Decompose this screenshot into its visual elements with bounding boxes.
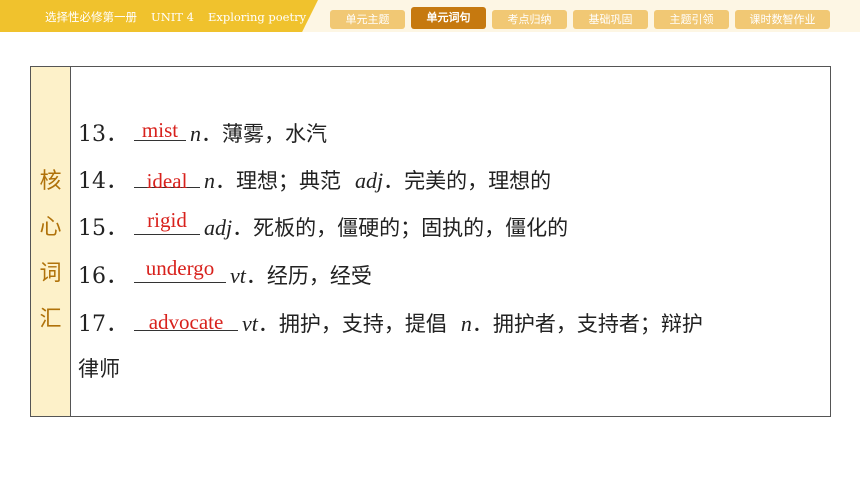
- part-of-speech: vt: [230, 263, 246, 288]
- vocab-item-14: 14． ideal n．理想；典范 adj．完美的，理想的: [78, 163, 551, 195]
- definition: ．拥护，支持，提倡: [257, 312, 447, 336]
- definition: ．经历，经受: [245, 264, 372, 288]
- vocab-item-17: 17． advocate vt．拥护，支持，提倡 n．拥护者，支持者；辩护: [78, 306, 703, 338]
- page-title: 选择性必修第一册 UNIT 4 Exploring poetry: [45, 9, 320, 25]
- nav-basics-button[interactable]: 基础巩固: [573, 10, 648, 29]
- nav-unit-vocab-button[interactable]: 单元词句: [411, 7, 486, 29]
- side-char-2: 心: [39, 215, 62, 240]
- answer-blank: mist: [134, 118, 186, 142]
- side-char-4: 汇: [39, 307, 62, 332]
- item-number: 13．: [78, 122, 128, 147]
- nav-theme-guide-button[interactable]: 主题引领: [654, 10, 729, 29]
- definition-2: ．拥护者，支持者；辩护: [471, 312, 703, 336]
- answer-blank: ideal: [134, 165, 200, 193]
- part-of-speech-2: adj: [355, 168, 384, 193]
- definition: ．死板的，僵硬的；固执的，僵化的: [232, 216, 569, 240]
- answer-text: rigid: [147, 208, 187, 232]
- nav-key-points-button[interactable]: 考点归纳: [492, 10, 567, 29]
- definition-2: ．完美的，理想的: [383, 169, 552, 193]
- vocab-item-17-continuation: 律师: [78, 353, 120, 383]
- answer-text: advocate: [148, 310, 224, 334]
- definition-continuation: 律师: [78, 357, 120, 381]
- nav-unit-theme-button[interactable]: 单元主题: [330, 10, 405, 29]
- item-number: 16．: [78, 264, 128, 289]
- answer-text: ideal: [146, 169, 188, 193]
- vocab-item-15: 15． rigid adj．死板的，僵硬的；固执的，僵化的: [78, 208, 569, 242]
- answer-text: undergo: [145, 256, 215, 280]
- answer-blank: advocate: [134, 308, 238, 334]
- part-of-speech: adj: [204, 215, 233, 240]
- side-char-1: 核: [39, 169, 62, 194]
- side-char-3: 词: [39, 261, 62, 286]
- unit-topic: Exploring poetry: [207, 10, 307, 24]
- unit-label: UNIT 4: [151, 10, 194, 24]
- nav-homework-button[interactable]: 课时数智作业: [735, 10, 830, 29]
- vocab-item-16: 16． undergo vt．经历，经受: [78, 256, 372, 290]
- side-label-column: 核 心 词 汇: [31, 67, 71, 416]
- answer-blank: undergo: [134, 256, 226, 283]
- definition: ．薄雾，水汽: [201, 122, 327, 146]
- vocab-item-13: 13． mist n．薄雾，水汽: [78, 116, 327, 148]
- answer-text: mist: [141, 118, 179, 142]
- part-of-speech-2: n: [460, 311, 472, 336]
- top-bar: 选择性必修第一册 UNIT 4 Exploring poetry 单元主题 单元词句…: [0, 0, 860, 32]
- definition: ．理想；典范: [215, 169, 341, 193]
- item-number: 14．: [78, 169, 128, 194]
- answer-blank: rigid: [134, 208, 200, 235]
- part-of-speech: n: [190, 121, 201, 146]
- item-number: 17．: [78, 312, 128, 337]
- part-of-speech: vt: [242, 311, 258, 336]
- part-of-speech: n: [204, 168, 215, 193]
- book-title: 选择性必修第一册: [45, 10, 137, 24]
- item-number: 15．: [78, 216, 128, 241]
